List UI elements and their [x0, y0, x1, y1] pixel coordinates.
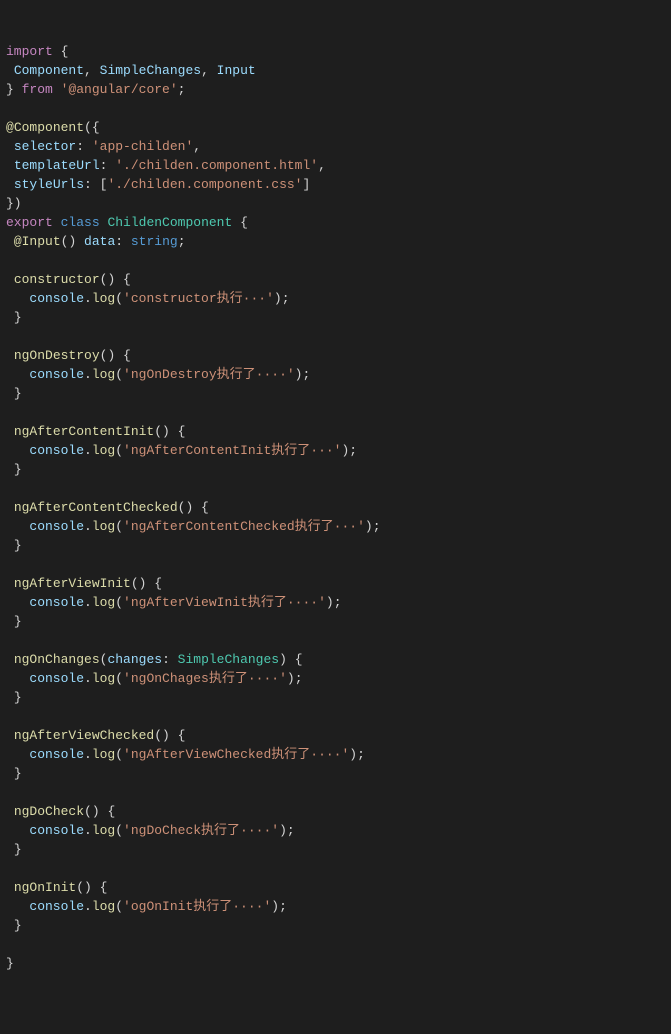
msg-ngafterviewchecked: 'ngAfterViewChecked执行了····' [123, 747, 349, 762]
msg-ngafterviewinit: 'ngAfterViewInit执行了····' [123, 595, 326, 610]
ident-input: Input [217, 63, 256, 78]
decorator-component: Component [14, 120, 84, 135]
ident-component: Component [14, 63, 84, 78]
keyword-export: export [6, 215, 53, 230]
prop-templateurl: templateUrl [14, 158, 100, 173]
msg-ngonchanges: 'ngOnChages执行了····' [123, 671, 287, 686]
method-constructor: constructor [14, 272, 100, 287]
decorator-input: Input [22, 234, 61, 249]
method-ngondestroy: ngOnDestroy [14, 348, 100, 363]
method-ngafterviewchecked: ngAfterViewChecked [14, 728, 154, 743]
msg-constructor: 'constructor执行···' [123, 291, 274, 306]
console-obj: console [29, 291, 84, 306]
type-string: string [131, 234, 178, 249]
decorator-at2: @ [14, 234, 22, 249]
msg-ngondestroy: 'ngOnDestroy执行了····' [123, 367, 295, 382]
log-fn: log [92, 291, 115, 306]
msg-ngoninit: 'ogOnInit执行了····' [123, 899, 271, 914]
method-ngafterviewinit: ngAfterViewInit [14, 576, 131, 591]
decorator-at: @ [6, 120, 14, 135]
prop-selector: selector [14, 139, 76, 154]
method-ngonchanges: ngOnChanges [14, 652, 100, 667]
type-simplechanges: SimpleChanges [178, 652, 279, 667]
keyword-import: import [6, 44, 53, 59]
method-ngoninit: ngOnInit [14, 880, 76, 895]
keyword-class: class [61, 215, 100, 230]
method-ngaftercontentinit: ngAfterContentInit [14, 424, 154, 439]
method-ngaftercontentchecked: ngAfterContentChecked [14, 500, 178, 515]
string-styleurls: './childen.component.css' [107, 177, 302, 192]
msg-ngaftercontentinit: 'ngAfterContentInit执行了···' [123, 443, 341, 458]
string-templateurl: './childen.component.html' [115, 158, 318, 173]
ident-simplechanges: SimpleChanges [100, 63, 201, 78]
code-editor[interactable]: import { Component, SimpleChanges, Input… [6, 42, 665, 973]
prop-styleurls: styleUrls [14, 177, 84, 192]
msg-ngaftercontentchecked: 'ngAfterContentChecked执行了···' [123, 519, 365, 534]
msg-ngdocheck: 'ngDoCheck执行了····' [123, 823, 279, 838]
string-angular-core: '@angular/core' [61, 82, 178, 97]
string-selector: 'app-childen' [92, 139, 193, 154]
keyword-from: from [22, 82, 53, 97]
ident-data: data [84, 234, 115, 249]
method-ngdocheck: ngDoCheck [14, 804, 84, 819]
class-name: ChildenComponent [107, 215, 232, 230]
param-changes: changes [107, 652, 162, 667]
